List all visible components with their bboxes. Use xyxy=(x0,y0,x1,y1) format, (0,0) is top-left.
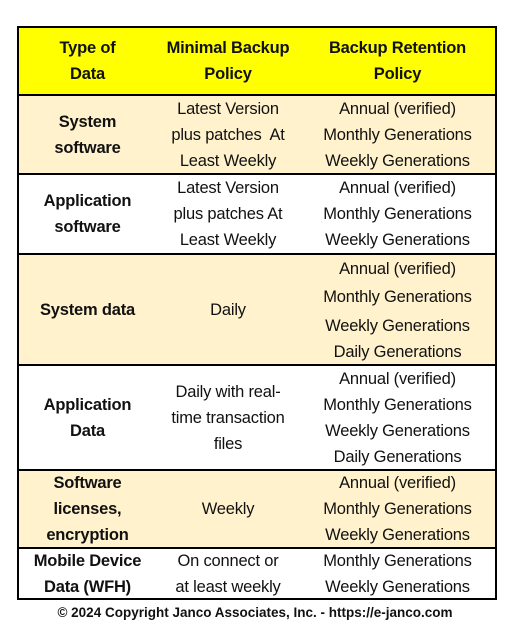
cell-line: Least Weekly xyxy=(179,151,277,170)
cell-line: System xyxy=(58,112,117,131)
backup-policy-table: Type of Data Minimal Backup Policy Backu… xyxy=(17,26,497,600)
type-cell: System software xyxy=(19,96,156,173)
cell-line: at least weekly xyxy=(175,577,281,596)
cell-line: Weekly Generations xyxy=(325,577,470,596)
cell-line: Mobile Device xyxy=(33,551,142,570)
header-line: Minimal Backup xyxy=(166,39,290,57)
retention-policy-cell: Annual (verified) Monthly Generations We… xyxy=(300,471,495,547)
cell-line: Latest Version xyxy=(177,99,279,118)
cell-line: Monthly Generations xyxy=(323,551,472,570)
cell-line: Weekly Generations xyxy=(325,151,470,170)
cell-line: Application xyxy=(43,192,132,210)
cell-line: Software xyxy=(53,474,122,492)
cell-line: Daily with real- xyxy=(175,383,281,401)
cell-line: System data xyxy=(39,300,135,319)
cell-line: Application xyxy=(43,395,132,414)
cell-line: Data xyxy=(70,421,105,440)
table-row: System software Latest Version plus patc… xyxy=(19,94,495,173)
retention-policy-cell: Annual (verified) Monthly Generations We… xyxy=(300,366,495,469)
cell-line: plus patches At xyxy=(173,205,283,223)
minimal-policy-cell: Latest Version plus patches At Least Wee… xyxy=(156,96,300,173)
cell-line: Least Weekly xyxy=(179,231,277,249)
header-line: Policy xyxy=(204,65,252,83)
table-row: Application software Latest Version plus… xyxy=(19,173,495,253)
minimal-policy-cell: On connect or at least weekly xyxy=(156,549,300,598)
cell-line: Weekly xyxy=(201,500,255,518)
type-cell: System data xyxy=(19,255,156,364)
minimal-policy-cell: Latest Version plus patches At Least Wee… xyxy=(156,175,300,253)
copyright-footer: © 2024 Copyright Janco Associates, Inc. … xyxy=(57,605,453,620)
type-cell: Software licenses, encryption xyxy=(19,471,156,547)
type-cell: Mobile Device Data (WFH) xyxy=(19,549,156,598)
cell-line: Weekly Generations xyxy=(325,316,470,335)
retention-policy-cell: Annual (verified) Monthly Generations We… xyxy=(300,96,495,173)
cell-line: Annual (verified) xyxy=(339,369,456,388)
cell-line: Annual (verified) xyxy=(339,259,456,278)
cell-line: Monthly Generations xyxy=(323,395,472,414)
minimal-policy-cell: Daily xyxy=(156,255,300,364)
table-row: Software licenses, encryption Weekly Ann… xyxy=(19,469,495,547)
cell-line: plus patches At xyxy=(171,125,285,144)
retention-policy-cell: Monthly Generations Weekly Generations xyxy=(300,549,495,598)
cell-line: Daily Generations xyxy=(333,447,462,466)
retention-policy-cell: Annual (verified) Monthly Generations We… xyxy=(300,255,495,364)
type-cell: Application software xyxy=(19,175,156,253)
cell-line: Monthly Generations xyxy=(323,288,472,307)
cell-line: Annual (verified) xyxy=(339,99,456,118)
cell-line: Latest Version xyxy=(177,179,279,197)
cell-line: Monthly Generations xyxy=(323,500,472,518)
cell-line: Annual (verified) xyxy=(339,179,456,197)
minimal-policy-cell: Weekly xyxy=(156,471,300,547)
header-line: Policy xyxy=(373,65,422,83)
table-row: Application Data Daily with real- time t… xyxy=(19,364,495,469)
cell-line: time transaction xyxy=(171,409,285,427)
cell-line: Weekly Generations xyxy=(325,231,470,249)
cell-line: Annual (verified) xyxy=(339,474,456,492)
cell-line: licenses, xyxy=(53,500,122,518)
cell-line: Weekly Generations xyxy=(325,526,470,544)
cell-line: Daily xyxy=(210,300,246,319)
cell-line: On connect or xyxy=(177,551,279,570)
header-backup-retention-policy: Backup Retention Policy xyxy=(300,28,495,94)
header-minimal-backup-policy: Minimal Backup Policy xyxy=(156,28,300,94)
table-row: Mobile Device Data (WFH) On connect or a… xyxy=(19,547,495,598)
cell-line: encryption xyxy=(46,526,129,544)
cell-line: software xyxy=(54,138,121,157)
table-header-row: Type of Data Minimal Backup Policy Backu… xyxy=(19,28,495,94)
cell-line: Monthly Generations xyxy=(323,125,472,144)
retention-policy-cell: Annual (verified) Monthly Generations We… xyxy=(300,175,495,253)
minimal-policy-cell: Daily with real- time transaction files xyxy=(156,366,300,469)
cell-line: Monthly Generations xyxy=(323,205,472,223)
header-line: Data xyxy=(70,65,105,83)
type-cell: Application Data xyxy=(19,366,156,469)
header-line: Type of xyxy=(59,39,116,57)
cell-line: Daily Generations xyxy=(333,343,462,362)
header-type-of-data: Type of Data xyxy=(19,28,156,94)
cell-line: files xyxy=(213,435,243,453)
table-row: System data Daily Annual (verified) Mont… xyxy=(19,253,495,364)
cell-line: Weekly Generations xyxy=(325,421,470,440)
cell-line: Data (WFH) xyxy=(44,577,131,596)
cell-line: software xyxy=(54,218,121,236)
header-line: Backup Retention xyxy=(328,39,467,57)
